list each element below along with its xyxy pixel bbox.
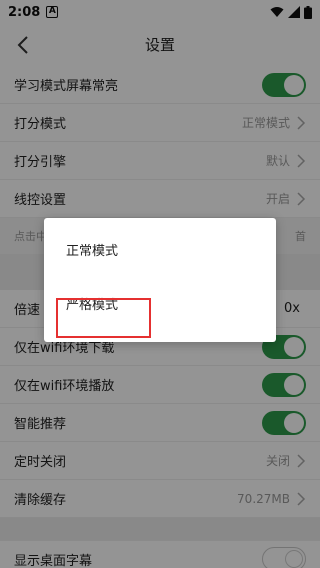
highlight-box bbox=[56, 298, 151, 338]
option-normal-mode[interactable]: 正常模式 bbox=[44, 224, 276, 274]
